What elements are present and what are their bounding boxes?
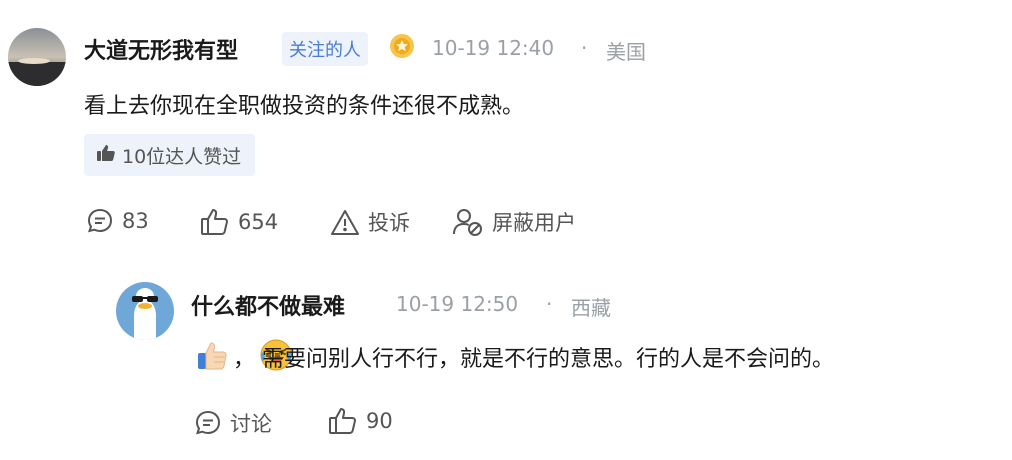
meta-separator-dot: ·	[581, 36, 588, 60]
block-user-action[interactable]: 屏蔽用户	[452, 207, 576, 237]
thumbs-up-icon	[200, 207, 230, 237]
reply-location: 西藏	[571, 296, 611, 320]
warning-icon	[330, 208, 360, 236]
expert-likes-box[interactable]: 10位达人赞过	[84, 134, 256, 176]
comment-like-action[interactable]: 654	[200, 207, 278, 237]
comment-location: 美国	[606, 40, 646, 64]
thumbs-up-filled-icon	[96, 143, 116, 168]
following-tag: 关注的人	[282, 32, 368, 66]
comment-author-name[interactable]: 大道无形我有型	[84, 33, 238, 65]
comment-bubble-icon	[194, 409, 222, 437]
reply-discuss-action[interactable]: 讨论	[194, 408, 272, 438]
block-user-icon	[452, 207, 484, 237]
comment-text: 看上去你现在全职做投资的条件还很不成熟。	[84, 94, 525, 119]
comment-bubble-icon	[86, 207, 114, 235]
thumbs-up-icon	[328, 406, 358, 436]
reply-like-count: 90	[366, 409, 393, 433]
reply-time: 10-19 12:50	[396, 292, 519, 316]
comment-time: 10-19 12:40	[432, 36, 555, 60]
report-action[interactable]: 投诉	[330, 207, 410, 237]
comment-reply-action[interactable]: 83	[86, 207, 149, 235]
reply-like-action[interactable]: 90	[328, 406, 393, 436]
discuss-label: 讨论	[230, 412, 272, 436]
reply-text: ， 需要问别人行不行，就是不行的意思。行的人是不会问的。	[233, 347, 834, 372]
reply-separator-dot: ·	[546, 292, 553, 316]
expert-likes-label: 10位达人赞过	[122, 145, 242, 168]
badge-icon	[389, 33, 415, 59]
like-count: 654	[238, 210, 279, 234]
reply-author-avatar[interactable]	[116, 282, 174, 340]
comment-author-avatar[interactable]	[8, 28, 66, 86]
comment-count: 83	[122, 209, 149, 233]
reply-author-name[interactable]: 什么都不做最难	[191, 289, 345, 321]
block-user-label: 屏蔽用户	[492, 211, 576, 235]
report-label: 投诉	[368, 211, 410, 235]
thumbs-up-emoji-icon	[195, 338, 229, 372]
